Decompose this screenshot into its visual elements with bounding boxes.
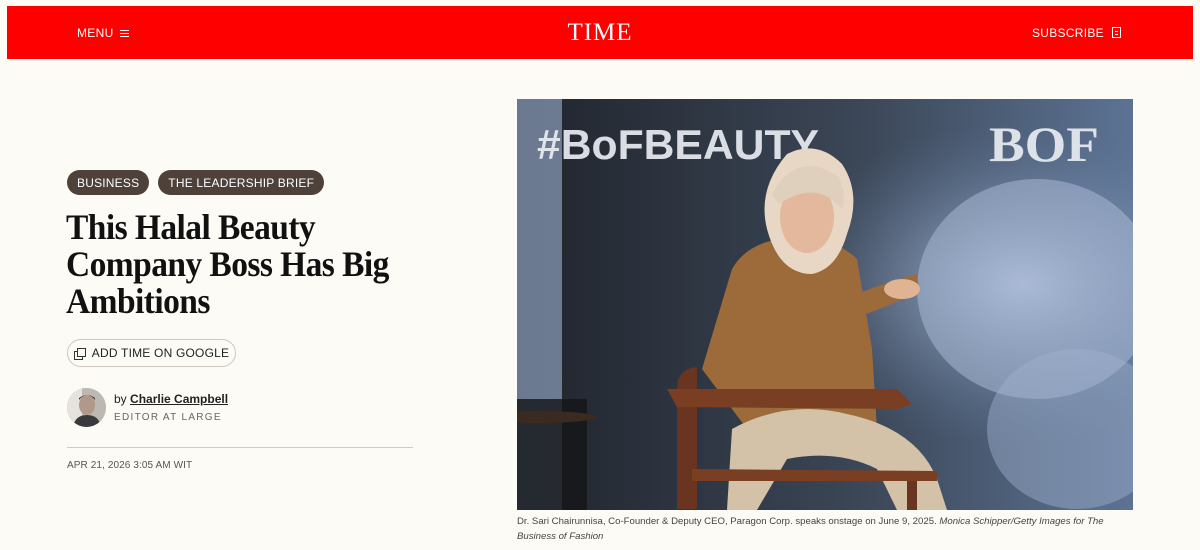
- article-headline: This Halal Beauty Company Boss Has Big A…: [66, 207, 389, 321]
- google-button-label: ADD TIME ON GOOGLE: [91, 346, 230, 360]
- add-source-icon: [73, 347, 86, 360]
- hero-photo: #BoFBEAUTY BOF: [517, 99, 1133, 510]
- divider: [67, 447, 413, 448]
- byline: by Charlie Campbell: [114, 392, 228, 406]
- top-navigation-bar: MENU TIME SUBSCRIBE: [7, 6, 1193, 59]
- time-logo[interactable]: TIME: [567, 19, 632, 47]
- tag-business[interactable]: BUSINESS: [67, 170, 150, 195]
- photo-caption: Dr. Sari Chairunnisa, Co-Founder & Deput…: [517, 514, 1133, 544]
- backdrop-hashtag: #BoFBEAUTY: [537, 121, 819, 168]
- article-tags: BUSINESS THE LEADERSHIP BRIEF: [67, 170, 325, 195]
- author-portrait-icon: [67, 388, 106, 427]
- magazine-icon: [1112, 27, 1121, 38]
- add-time-on-google-button[interactable]: ADD TIME ON GOOGLE: [67, 339, 236, 367]
- publish-date: APR 21, 2026 3:05 AM WIT: [67, 460, 193, 471]
- subscribe-button[interactable]: SUBSCRIBE: [1032, 6, 1121, 59]
- menu-button[interactable]: MENU: [77, 6, 129, 59]
- byline-prefix: by: [114, 392, 127, 406]
- backdrop-logo: BOF: [989, 116, 1099, 172]
- hamburger-icon: [119, 29, 129, 38]
- avatar[interactable]: [67, 388, 106, 427]
- menu-label: MENU: [77, 25, 114, 40]
- caption-text: Dr. Sari Chairunnisa, Co-Founder & Deput…: [517, 516, 937, 527]
- tag-leadership-brief[interactable]: THE LEADERSHIP BRIEF: [158, 170, 325, 195]
- author-role: EDITOR AT LARGE: [114, 412, 222, 423]
- author-text: by Charlie Campbell EDITOR AT LARGE: [114, 392, 228, 423]
- author-name-link[interactable]: Charlie Campbell: [130, 392, 228, 406]
- subscribe-label: SUBSCRIBE: [1031, 25, 1104, 40]
- author-block: by Charlie Campbell EDITOR AT LARGE: [67, 388, 228, 427]
- time-logo-wrap: TIME: [7, 6, 1193, 59]
- hero-illustration: #BoFBEAUTY BOF: [517, 99, 1133, 510]
